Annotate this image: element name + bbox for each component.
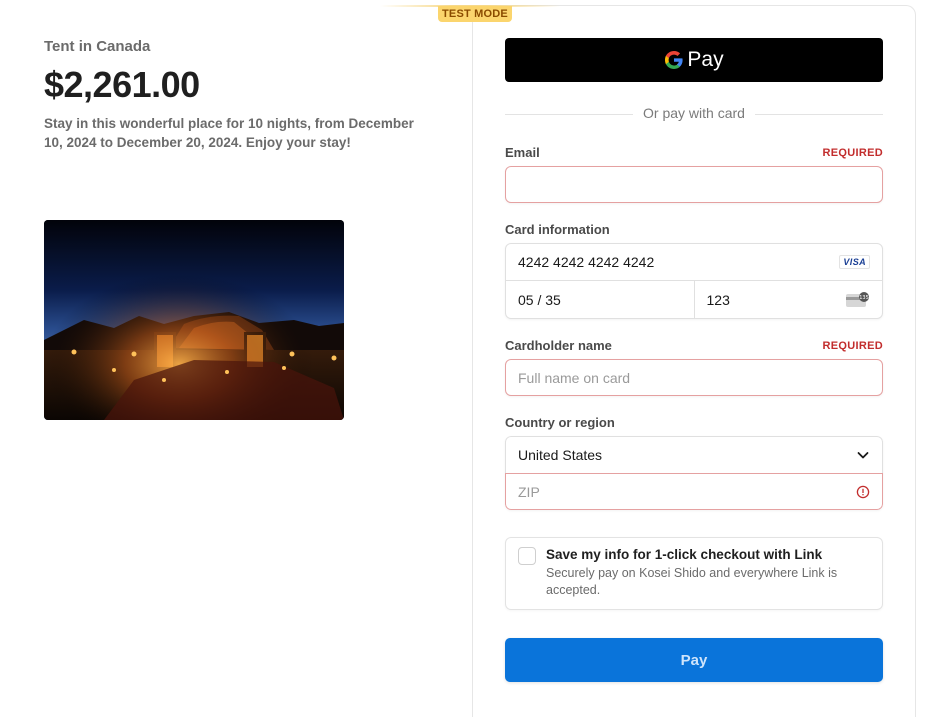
country-group: Country or region United States ZIP [505, 415, 883, 510]
country-input-box: United States ZIP [505, 436, 883, 510]
payment-form: Pay Or pay with card Email REQUIRED Card… [505, 38, 883, 682]
card-cvc-field[interactable]: 123 135 [695, 281, 883, 318]
card-expiry-field[interactable]: 05 / 35 [506, 281, 695, 318]
google-g-icon [665, 51, 684, 69]
email-input[interactable] [505, 166, 883, 203]
email-label: Email [505, 145, 540, 160]
product-image [44, 220, 344, 420]
card-input-box: 4242 4242 4242 4242 VISA 05 / 35 123 135 [505, 243, 883, 319]
cardholder-label: Cardholder name [505, 338, 612, 353]
google-pay-label: Pay [687, 48, 724, 71]
card-expiry-cvc-row: 05 / 35 123 135 [506, 281, 882, 318]
google-pay-button[interactable]: Pay [505, 38, 883, 82]
link-save-info-box: Save my info for 1-click checkout with L… [505, 537, 883, 610]
visa-brand-icon: VISA [839, 255, 870, 269]
cvc-card-icon: 135 [846, 291, 869, 307]
email-label-row: Email REQUIRED [505, 145, 883, 160]
country-select[interactable]: United States [505, 436, 883, 473]
error-icon [856, 485, 870, 498]
checkout-page: Tent in Canada $2,261.00 Stay in this wo… [0, 0, 936, 717]
card-group: Card information 4242 4242 4242 4242 VIS… [505, 222, 883, 319]
pay-button[interactable]: Pay [505, 638, 883, 682]
country-label-row: Country or region [505, 415, 883, 430]
cardholder-required-badge: REQUIRED [822, 339, 883, 352]
product-description: Stay in this wonderful place for 10 nigh… [44, 116, 414, 150]
save-info-checkbox[interactable] [518, 547, 536, 565]
product-summary: Tent in Canada $2,261.00 Stay in this wo… [44, 38, 424, 152]
card-number-value: 4242 4242 4242 4242 [518, 254, 655, 270]
link-subtitle: Securely pay on Kosei Shido and everywhe… [546, 566, 838, 597]
card-info-label: Card information [505, 222, 610, 237]
cardholder-name-input[interactable] [505, 359, 883, 396]
cardholder-label-row: Cardholder name REQUIRED [505, 338, 883, 353]
email-group: Email REQUIRED [505, 145, 883, 203]
product-name: Tent in Canada [44, 38, 151, 55]
product-price: $2,261.00 [44, 64, 200, 105]
card-number-field[interactable]: 4242 4242 4242 4242 VISA [506, 244, 882, 281]
link-title: Save my info for 1-click checkout with L… [546, 547, 823, 562]
zip-placeholder: ZIP [518, 483, 540, 500]
tent-night-scene [44, 220, 344, 420]
svg-text:135: 135 [859, 295, 869, 301]
country-selected-value: United States [518, 447, 603, 463]
card-label-row: Card information [505, 222, 883, 237]
or-divider: Or pay with card [505, 105, 883, 123]
card-cvc-value: 123 [706, 291, 730, 308]
divider-text: Or pay with card [643, 105, 745, 121]
email-required-badge: REQUIRED [822, 146, 883, 159]
chevron-down-icon [857, 452, 869, 459]
country-label: Country or region [505, 415, 615, 430]
card-expiry-value: 05 / 35 [518, 291, 561, 308]
link-save-info-text: Save my info for 1-click checkout with L… [546, 547, 870, 600]
cardholder-group: Cardholder name REQUIRED [505, 338, 883, 396]
zip-input[interactable]: ZIP [505, 473, 883, 510]
test-mode-badge: TEST MODE [438, 6, 512, 22]
